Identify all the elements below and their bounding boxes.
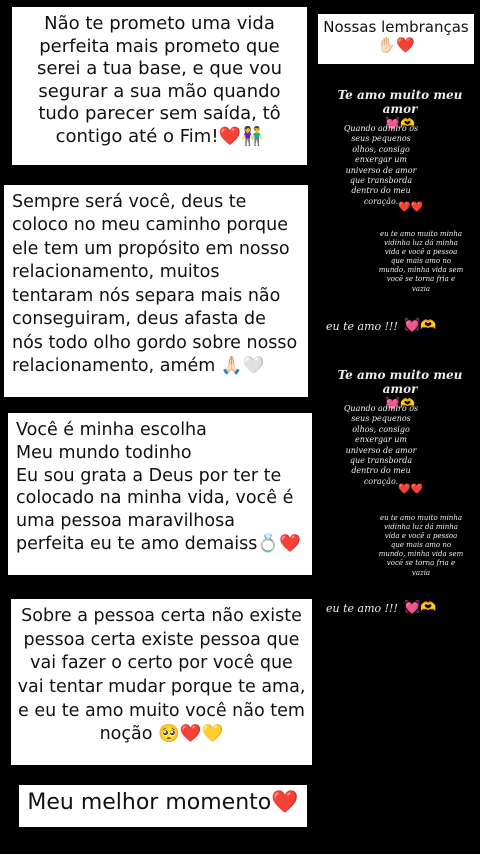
memories-title: Nossas lembranças	[323, 18, 469, 36]
panel-hearts: ❤️❤️	[398, 202, 423, 213]
panel-poem-1: Quando admiro os seus pequenos olhos, co…	[343, 124, 419, 206]
panel-poem-2: eu te amo muito minha vidinha luz dá min…	[378, 514, 464, 577]
panel-footer: eu te amo !!!	[326, 602, 398, 615]
quote-card-my-choice: Você é minha escolha Meu mundo todinho E…	[8, 413, 312, 575]
panel-poem-2: eu te amo muito minha vidinha luz dá min…	[378, 230, 464, 293]
quote-card-right-person: Sobre a pessoa certa não existe pessoa c…	[11, 599, 312, 765]
panel-footer: eu te amo !!!	[326, 320, 398, 333]
memories-emoji: ✋🏻❤️	[377, 36, 415, 54]
love-panel-2: Te amo muito meu amor 💓🫶 Quando admiro o…	[320, 368, 480, 628]
love-panel-1: Te amo muito meu amor 💓🫶 Quando admiro o…	[320, 88, 480, 338]
panel-poem-1: Quando admiro os seus pequenos olhos, co…	[343, 404, 419, 486]
memories-caption: Nossas lembranças ✋🏻❤️	[318, 14, 474, 64]
panel-title: Te amo muito meu amor	[337, 368, 463, 396]
panel-footer-emoji: 💓🫶	[404, 318, 437, 333]
panel-footer-emoji: 💓🫶	[404, 600, 437, 615]
panel-hearts: ❤️❤️	[398, 484, 423, 495]
quote-card-promise: Não te prometo uma vida perfeita mais pr…	[12, 7, 307, 165]
panel-title: Te amo muito meu amor	[337, 88, 463, 116]
quote-card-best-moment: Meu melhor momento❤️	[19, 785, 307, 827]
quote-card-always-you: Sempre será você, deus te coloco no meu …	[4, 185, 308, 397]
